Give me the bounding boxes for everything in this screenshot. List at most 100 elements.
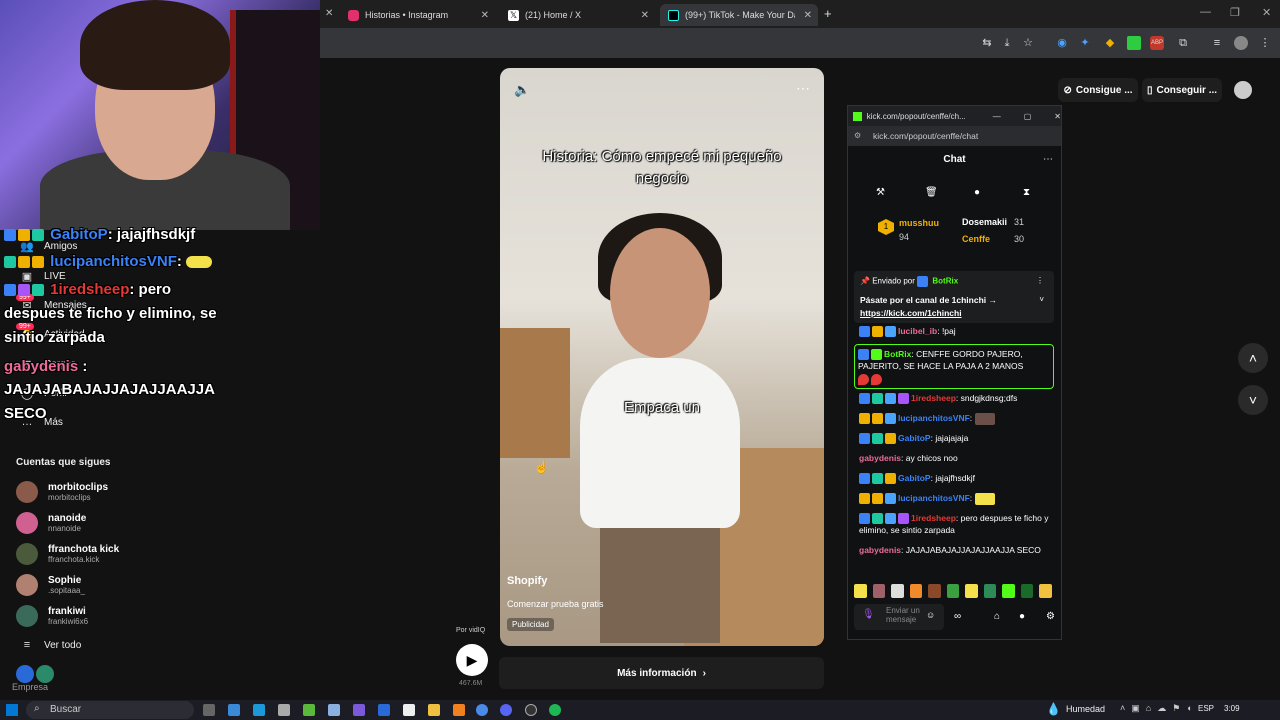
obs-icon[interactable] (525, 704, 537, 716)
chat-message[interactable]: 1iredsheep: pero despues te ficho y elim… (859, 512, 1054, 536)
app-icon[interactable] (278, 704, 290, 716)
more-icon[interactable]: ⋯ (796, 80, 810, 97)
volume-icon[interactable]: 🔈 (514, 82, 530, 98)
taskbar-search[interactable]: ⌕ Buscar (26, 701, 194, 719)
language-indicator[interactable]: ESP (1198, 704, 1214, 713)
extension-icon[interactable] (1127, 36, 1141, 50)
tab-instagram[interactable]: Historias • Instagram ✕ (340, 4, 495, 26)
adblock-icon[interactable]: ABP (1150, 36, 1164, 50)
extension-icon[interactable]: ◉ (1055, 36, 1069, 50)
chat-message[interactable]: GabitoP: jajajfhsdkjf (859, 472, 1054, 485)
following-item[interactable]: Sophie .sopitaaa_ (16, 572, 85, 598)
emote-icon[interactable] (965, 584, 978, 598)
emote-icon[interactable] (928, 584, 941, 598)
maximize-icon[interactable]: ▢ (1024, 112, 1032, 121)
translate-icon[interactable]: ⇆ (980, 36, 994, 50)
chat-username[interactable]: lucibel_ib (898, 326, 937, 336)
app-icon[interactable] (228, 704, 240, 716)
site-info-icon[interactable]: ⚙ (854, 131, 861, 140)
chat-message[interactable]: 1iredsheep: sndgjkdnsg;dfs (859, 392, 1054, 405)
emote-icon[interactable] (1039, 584, 1053, 598)
new-tab-button[interactable]: + (824, 6, 832, 21)
clock[interactable]: 3:09 (1224, 704, 1240, 713)
chat-message[interactable]: gabydenis: ay chicos noo (859, 452, 1054, 464)
chat-username[interactable]: gabydenis (859, 545, 901, 555)
emote-icon[interactable] (891, 584, 904, 598)
app-icon[interactable] (453, 704, 465, 716)
discord-icon[interactable] (500, 704, 512, 716)
chat-username[interactable]: BotRix (884, 349, 911, 359)
avatar[interactable] (1234, 36, 1248, 50)
close-icon[interactable]: ✕ (1262, 6, 1271, 19)
chat-input[interactable]: 🎙 Enviar un mensaje ☺ (854, 604, 944, 630)
maximize-icon[interactable]: ❐ (1230, 6, 1240, 19)
windows-start-icon[interactable] (6, 704, 18, 716)
video-cta[interactable]: Comenzar prueba gratis (507, 599, 604, 609)
chat-username[interactable]: lucipanchitosVNF (898, 413, 970, 423)
weather-label[interactable]: Humedad (1066, 704, 1105, 714)
tab-x[interactable]: 𝕏 (21) Home / X ✕ (500, 4, 655, 26)
pinned-message[interactable]: 📌 Enviado por BotRix Pásate por el canal… (854, 271, 1054, 323)
app-icon[interactable] (303, 704, 315, 716)
chat-username[interactable]: 1iredsheep (911, 513, 956, 523)
app-icon[interactable] (353, 704, 365, 716)
app-icon[interactable] (403, 704, 415, 716)
more-vertical-icon[interactable]: ⋮ (1258, 36, 1272, 50)
chevron-down-icon[interactable]: ˅ (1039, 295, 1044, 304)
emote-icon[interactable] (946, 584, 960, 598)
chat-message[interactable]: GabitoP: jajajajaja (859, 432, 1054, 445)
avatar[interactable] (1234, 81, 1252, 99)
infinity-icon[interactable]: ∞ (954, 611, 961, 622)
tray-icons[interactable]: ˄▣⌂☁⚑◖ (1120, 703, 1198, 714)
pinned-link[interactable]: https://kick.com/1chinchi (860, 308, 962, 318)
chat-bubble-icon[interactable]: ● (1019, 611, 1025, 622)
chrome-icon[interactable] (476, 704, 488, 716)
hammer-icon[interactable]: ⚒ (876, 187, 885, 198)
company-logo[interactable] (36, 665, 54, 683)
chat-message[interactable]: lucipanchitosVNF: (859, 492, 1054, 505)
puzzle-icon[interactable]: ⧉ (1176, 36, 1190, 50)
chat-message[interactable]: lucipanchitosVNF: (859, 412, 1054, 425)
chat-username[interactable]: GabitoP (898, 473, 931, 483)
close-icon[interactable]: ✕ (641, 10, 649, 21)
emote-icon[interactable] (854, 584, 867, 598)
minimize-icon[interactable]: — (1200, 6, 1211, 18)
following-item[interactable]: morbitoclips morbitoclips (16, 479, 108, 505)
chat-message[interactable]: BotRix: CENFFE GORDO PAJERO, PAJERITO, S… (854, 344, 1054, 389)
install-icon[interactable]: ⤓ (1000, 36, 1014, 50)
minimize-icon[interactable]: — (993, 112, 1001, 121)
following-item[interactable]: ffranchota kick ffranchota.kick (16, 541, 119, 567)
trash-icon[interactable]: 🗑 (925, 187, 938, 198)
microphone-icon[interactable]: 🎙 (862, 609, 875, 620)
chat-message[interactable]: gabydenis: JAJAJABAJAJJAJAJJAAJJA SECO (859, 544, 1054, 556)
more-icon[interactable]: ⋯ (1043, 154, 1053, 165)
emote-icon[interactable] (983, 584, 997, 598)
chevron-down-icon[interactable]: ˅ (1238, 385, 1268, 415)
chevron-up-icon[interactable]: ˄ (1238, 343, 1268, 373)
extension-icon[interactable]: ◆ (1103, 36, 1117, 50)
more-vertical-icon[interactable]: ⋮ (1036, 276, 1044, 285)
chat-username[interactable]: lucipanchitosVNF (898, 493, 970, 503)
folder-icon[interactable] (428, 704, 440, 716)
emoji-icon[interactable]: ☺ (926, 610, 935, 620)
emote-icon[interactable] (1002, 584, 1015, 598)
close-icon[interactable]: ✕ (1054, 112, 1061, 121)
app-icon[interactable] (328, 704, 340, 716)
star-icon[interactable]: ☆ (1021, 36, 1035, 50)
more-info-button[interactable]: Más información › (499, 657, 824, 689)
emote-icon[interactable] (909, 584, 923, 598)
task-view-icon[interactable] (203, 704, 215, 716)
menu-icon[interactable]: ≡ (1210, 36, 1224, 50)
chat-username[interactable]: 1iredsheep (911, 393, 956, 403)
advertiser-name[interactable]: Shopify (507, 575, 547, 587)
chat-username[interactable]: GabitoP (898, 433, 931, 443)
close-icon[interactable]: ✕ (804, 10, 812, 21)
close-icon[interactable]: ✕ (481, 10, 489, 21)
app-icon[interactable] (378, 704, 390, 716)
close-icon[interactable]: ✕ (325, 8, 333, 19)
emote-icon[interactable] (1020, 584, 1034, 598)
hourglass-icon[interactable]: ⧗ (1023, 187, 1030, 198)
chat-username[interactable]: gabydenis (859, 453, 901, 463)
company-logo[interactable] (16, 665, 34, 683)
edge-icon[interactable] (253, 704, 265, 716)
